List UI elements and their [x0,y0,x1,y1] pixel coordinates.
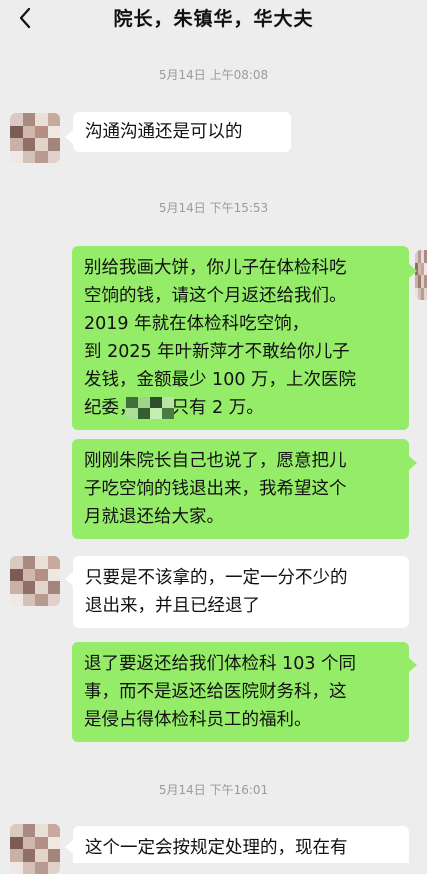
message-text: 到 2025 年叶新萍才不敢给你儿子 [84,342,350,362]
message-bubble-outgoing[interactable]: 刚刚朱院长自己也说了，愿意把儿 子吃空饷的钱退出来，我希望这个 月就退还给大家。 [72,439,409,539]
timestamp: 5月14日 下午15:53 [158,201,269,215]
bubble-tail [409,658,417,672]
timestamp: 5月14日 上午08:08 [158,68,269,82]
message-bubble-outgoing[interactable]: 退了要返还给我们体检科 103 个同 事，而不是返还给医院财务科，这 是侵占得体… [72,642,409,742]
bubble-tail [409,264,417,278]
message-text: 这个一定会按规定处理的，现在有 [85,838,348,858]
message-text: 退出来，并且已经退了 [85,596,260,616]
message-text: 只要是不该拿的，一定一分不少的 [85,568,348,588]
message-text: 发钱，金额最少 100 万，上次医院 [84,370,357,390]
avatar[interactable] [10,113,60,163]
bubble-tail [65,572,73,586]
censor-mosaic [126,397,174,419]
message-text: 空饷的钱，请这个月返还给我们。 [84,286,347,306]
message-text: 退了要返还给我们体检科 103 个同 [84,654,357,674]
message-text: 刚刚朱院长自己也说了，愿意把儿 [84,451,347,471]
message-text: 沟通沟通还是可以的 [85,122,243,142]
message-text: 是侵占得体检科员工的福利。 [84,710,312,730]
message-text: 子吃空饷的钱退出来，我希望这个 [84,479,347,499]
message-bubble-outgoing[interactable]: 别给我画大饼，你儿子在体检科吃 空饷的钱，请这个月返还给我们。 2019 年就在… [72,246,409,430]
back-button[interactable] [10,3,40,33]
avatar[interactable] [10,824,60,874]
avatar[interactable] [10,556,60,606]
message-text: 月就退还给大家。 [84,507,224,527]
timestamp: 5月14日 下午16:01 [158,783,269,797]
bubble-tail [65,840,73,854]
message-text: 事，而不是返还给医院财务科，这 [84,682,347,702]
bubble-tail [65,130,73,144]
chat-header: 院长，朱镇华，华大夫 [0,0,427,36]
message-bubble-incoming[interactable]: 这个一定会按规定处理的，现在有 [73,826,409,863]
bubble-tail [409,456,417,470]
message-bubble-incoming[interactable]: 沟通沟通还是可以的 [73,112,291,152]
chat-title: 院长，朱镇华，华大夫 [113,8,314,30]
message-bubble-incoming[interactable]: 只要是不该拿的，一定一分不少的 退出来，并且已经退了 [73,556,409,628]
message-text: 2019 年就在体检科吃空饷， [84,314,310,334]
chevron-left-icon [19,7,31,29]
message-text: 别给我画大饼，你儿子在体检科吃 [84,258,347,278]
